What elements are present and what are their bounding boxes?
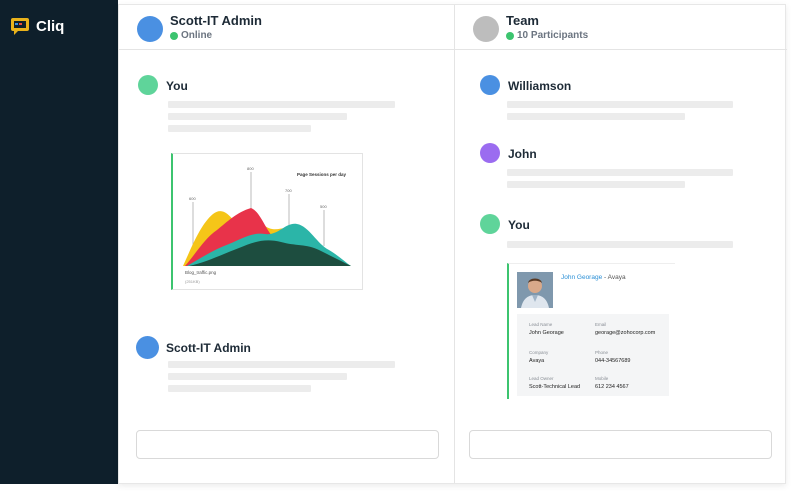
app-name: Cliq (36, 17, 65, 35)
message-text-placeholder (507, 169, 733, 176)
avatar (138, 75, 158, 95)
message-text-placeholder (168, 125, 311, 132)
avatar (137, 16, 163, 42)
field-value: 044-34567689 (595, 358, 631, 364)
message-input[interactable] (136, 430, 439, 459)
avatar (473, 16, 499, 42)
lead-field: Lead Name John Georage (529, 322, 564, 336)
attachment-size: (251KB) (185, 279, 200, 284)
field-value: 612 234 4567 (595, 384, 629, 390)
message-text-placeholder (168, 113, 347, 120)
participants-label: 10 Participants (517, 30, 589, 41)
message-sender: Scott-IT Admin (166, 341, 251, 355)
online-dot-icon (506, 31, 514, 40)
image-attachment[interactable]: 600 800 700 500 Page Sessions per day Bl… (171, 153, 363, 290)
avatar (480, 214, 500, 234)
presence-status: Online (170, 30, 212, 41)
field-label: Lead Owner (529, 376, 554, 381)
message-text-placeholder (168, 373, 347, 380)
field-label: Email (595, 322, 607, 327)
field-value: Avaya (529, 358, 545, 364)
lead-field: Mobile 612 234 4567 (595, 376, 629, 390)
lead-details: Lead Name John Georage Email georage@zoh… (517, 314, 669, 396)
peak-label: 700 (285, 188, 292, 193)
message-sender: You (508, 218, 530, 232)
attachment-filename[interactable]: Blog_traffic.png (185, 270, 216, 275)
message-sender: John (508, 147, 537, 161)
chart-title: Page Sessions per day (297, 172, 347, 177)
lead-field: Company Avaya (529, 350, 548, 364)
lead-field: Lead Owner Scott-Technical Lead (529, 376, 580, 390)
peak-label: 600 (189, 196, 196, 201)
message-text-placeholder (507, 241, 733, 248)
avatar (136, 336, 159, 359)
peak-label: 500 (320, 204, 327, 209)
lead-name-link[interactable]: John Georage (561, 274, 602, 281)
online-dot-icon (170, 31, 178, 40)
field-label: Lead Name (529, 322, 553, 327)
field-value: georage@zohocorp.com (595, 330, 656, 336)
field-label: Phone (595, 350, 609, 355)
message-text-placeholder (168, 361, 395, 368)
message-text-placeholder (507, 181, 685, 188)
chat-pane-direct: Scott-IT Admin Online You 600 800 700 50… (119, 5, 455, 483)
chat-area: Scott-IT Admin Online You 600 800 700 50… (118, 4, 787, 484)
field-label: Mobile (595, 376, 609, 381)
message-input[interactable] (469, 430, 772, 459)
brand[interactable]: Cliq (10, 16, 64, 36)
chat-header[interactable]: Scott-IT Admin Online (119, 5, 454, 50)
presence-label: Online (181, 30, 213, 41)
cliq-logo-icon (10, 16, 30, 36)
message-text-placeholder (507, 101, 733, 108)
contact-photo (517, 272, 553, 308)
chat-title: Team (506, 13, 539, 28)
message-text-placeholder (168, 385, 311, 392)
field-value: John Georage (529, 330, 564, 336)
lead-field: Phone 044-34567689 (595, 350, 630, 364)
chat-pane-team: Team 10 Participants Williamson John You (455, 5, 787, 483)
chat-title: Scott-IT Admin (170, 13, 262, 28)
field-label: Company (529, 350, 549, 355)
peak-label: 800 (247, 166, 254, 171)
message-sender: You (166, 79, 188, 93)
app-window: Cliq Scott-IT Admin Online You 600 800 7… (0, 0, 796, 494)
avatar (480, 75, 500, 95)
message-text-placeholder (507, 113, 685, 120)
lead-company: Avaya (607, 274, 626, 281)
lead-title[interactable]: John Georage - Avaya (561, 274, 626, 281)
crm-lead-card[interactable]: John Georage - Avaya Lead Name John Geor… (507, 263, 675, 399)
lead-field: Email georage@zohocorp.com (595, 322, 655, 336)
field-value: Scott-Technical Lead (529, 384, 581, 390)
message-sender: Williamson (508, 79, 572, 93)
message-text-placeholder (168, 101, 395, 108)
chat-header[interactable]: Team 10 Participants (455, 5, 787, 50)
participants-status: 10 Participants (506, 30, 588, 41)
sidebar: Cliq (0, 0, 118, 484)
avatar (480, 143, 500, 163)
